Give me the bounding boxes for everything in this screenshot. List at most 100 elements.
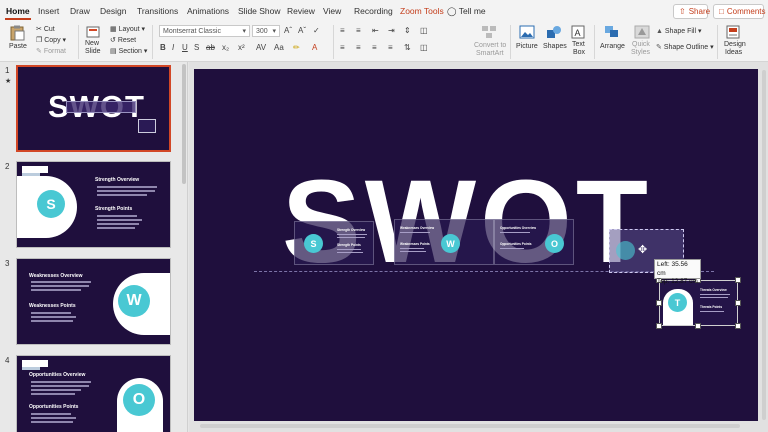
tell-me-search[interactable]: ◯ Tell me bbox=[447, 6, 486, 17]
clear-format-icon[interactable]: ✓ bbox=[313, 26, 320, 35]
layout-icon: ▦ bbox=[110, 26, 117, 33]
resize-handle-right[interactable] bbox=[735, 300, 741, 306]
design-ideas-icon[interactable] bbox=[726, 25, 740, 39]
quick-styles-icon[interactable] bbox=[634, 25, 650, 39]
resize-handle-left[interactable] bbox=[656, 300, 662, 306]
align-right-icon[interactable]: ≡ bbox=[372, 43, 377, 52]
design-ideas-label-2[interactable]: Ideas bbox=[725, 49, 742, 56]
slide-thumbnail-3[interactable]: Weaknesses Overview Weaknesses Points W bbox=[16, 258, 171, 345]
card-letter-circle: W bbox=[441, 234, 460, 253]
reset-button[interactable]: ↺ Reset bbox=[110, 36, 136, 44]
line-spacing-icon[interactable]: ⇕ bbox=[404, 26, 411, 35]
vertical-scrollbar[interactable] bbox=[762, 70, 766, 420]
layout-button[interactable]: ▦ Layout ▾ bbox=[110, 25, 145, 33]
shape-outline-button[interactable]: ✎ Shape Outline ▾ bbox=[656, 43, 714, 51]
resize-handle-bottom-left[interactable] bbox=[656, 323, 662, 329]
arrange-icon[interactable] bbox=[604, 25, 620, 39]
format-painter-button[interactable]: ✎ Format bbox=[36, 47, 66, 55]
section-icon: ▤ bbox=[110, 48, 117, 55]
thumb-text-line bbox=[31, 316, 76, 318]
smartart-icon[interactable] bbox=[481, 25, 497, 39]
grow-font-icon[interactable]: Aˆ bbox=[284, 26, 292, 35]
new-slide-icon[interactable] bbox=[86, 25, 100, 39]
tab-design[interactable]: Design bbox=[100, 6, 126, 16]
resize-handle-top-right[interactable] bbox=[735, 277, 741, 283]
numbering-icon[interactable]: ≡ bbox=[356, 26, 361, 35]
strikethrough-icon[interactable]: ab bbox=[206, 43, 215, 52]
paste-button[interactable]: Paste bbox=[9, 43, 27, 50]
textbox-label-2[interactable]: Box bbox=[573, 49, 585, 56]
copy-button[interactable]: ❐ Copy ▾ bbox=[36, 36, 66, 44]
shadow-icon[interactable]: S bbox=[194, 43, 199, 52]
thumbnail-scrollbar[interactable] bbox=[182, 64, 186, 184]
picture-icon[interactable] bbox=[519, 25, 535, 39]
tab-slide-show[interactable]: Slide Show bbox=[238, 6, 281, 16]
tab-recording[interactable]: Recording bbox=[354, 6, 393, 16]
highlight-icon[interactable]: ✏ bbox=[293, 43, 300, 52]
arrange-button[interactable]: Arrange bbox=[600, 43, 625, 50]
italic-icon[interactable]: I bbox=[172, 43, 174, 52]
quick-styles-label-2[interactable]: Styles bbox=[631, 49, 650, 56]
convert-smartart-label-1[interactable]: Convert to bbox=[474, 42, 506, 49]
tab-review[interactable]: Review bbox=[287, 6, 315, 16]
resize-handle-bottom[interactable] bbox=[695, 323, 701, 329]
slide-thumbnail-2[interactable]: S Strength Overview Strength Points bbox=[16, 161, 171, 248]
cut-button[interactable]: ✂ Cut bbox=[36, 25, 55, 33]
align-text-icon[interactable]: ◫ bbox=[420, 43, 428, 52]
superscript-icon[interactable]: x² bbox=[238, 43, 245, 52]
shapes-icon[interactable] bbox=[546, 25, 562, 39]
underline-icon[interactable]: U bbox=[182, 43, 188, 52]
quick-styles-label-1[interactable]: Quick bbox=[632, 41, 650, 48]
share-button[interactable]: ⇧ Share bbox=[673, 4, 710, 19]
swot-card-t[interactable]: T Threats Overview Threats Points bbox=[659, 280, 738, 326]
columns-icon[interactable]: ◫ bbox=[420, 26, 428, 35]
picture-button[interactable]: Picture bbox=[516, 43, 538, 50]
design-ideas-label-1[interactable]: Design bbox=[724, 41, 746, 48]
tab-home[interactable]: Home bbox=[5, 6, 31, 20]
bullets-icon[interactable]: ≡ bbox=[340, 26, 345, 35]
shape-fill-button[interactable]: ▲ Shape Fill ▾ bbox=[656, 27, 702, 35]
tab-animations[interactable]: Animations bbox=[187, 6, 229, 16]
align-left-icon[interactable]: ≡ bbox=[340, 43, 345, 52]
section-button[interactable]: ▤ Section ▾ bbox=[110, 47, 147, 55]
tab-view[interactable]: View bbox=[323, 6, 341, 16]
increase-indent-icon[interactable]: ⇥ bbox=[388, 26, 395, 35]
align-center-icon[interactable]: ≡ bbox=[356, 43, 361, 52]
decrease-indent-icon[interactable]: ⇤ bbox=[372, 26, 379, 35]
swot-card-w[interactable]: W Weaknesses Overview Weaknesses Points bbox=[394, 219, 494, 265]
slide-thumbnail-1[interactable]: SWOT bbox=[16, 65, 171, 152]
tab-draw[interactable]: Draw bbox=[70, 6, 90, 16]
bold-icon[interactable]: B bbox=[160, 43, 166, 52]
slide-thumbnail-4[interactable]: Opportunities Overview Opportunities Poi… bbox=[16, 355, 171, 432]
font-name-select[interactable]: Montserrat Classic ▾ bbox=[159, 25, 250, 37]
textbox-icon[interactable]: A bbox=[571, 25, 585, 39]
change-case-icon[interactable]: Aa bbox=[274, 43, 284, 52]
new-slide-label-1[interactable]: New bbox=[85, 40, 99, 47]
char-spacing-icon[interactable]: AV bbox=[256, 43, 266, 52]
horizontal-scrollbar[interactable] bbox=[200, 424, 740, 428]
slide-thumbnail-panel[interactable]: 1 ★ SWOT 2 S Strength Overview Strength … bbox=[0, 62, 188, 432]
thumb-sublabel bbox=[22, 367, 40, 370]
convert-smartart-label-2[interactable]: SmartArt bbox=[476, 50, 504, 57]
comments-button[interactable]: □ Comments bbox=[713, 4, 766, 19]
shrink-font-icon[interactable]: Aˇ bbox=[298, 26, 306, 35]
thumb-letter-circle: O bbox=[123, 384, 155, 416]
tab-insert[interactable]: Insert bbox=[38, 6, 59, 16]
shapes-button[interactable]: Shapes bbox=[543, 43, 567, 50]
tab-zoom-tools[interactable]: Zoom Tools bbox=[400, 6, 444, 16]
font-size-select[interactable]: 300 ▾ bbox=[252, 25, 280, 37]
thumb-text-line bbox=[31, 281, 91, 283]
swot-card-o[interactable]: O Opportunities Overview Opportunities P… bbox=[494, 219, 574, 265]
reset-icon: ↺ bbox=[110, 37, 116, 44]
slide-canvas[interactable]: S W O T S Strength Overview Strength Points… bbox=[194, 69, 758, 421]
resize-handle-bottom-right[interactable] bbox=[735, 323, 741, 329]
text-direction-icon[interactable]: ⇅ bbox=[404, 43, 411, 52]
textbox-label-1[interactable]: Text bbox=[572, 41, 585, 48]
justify-icon[interactable]: ≡ bbox=[388, 43, 393, 52]
font-color-icon[interactable]: A bbox=[312, 43, 317, 52]
subscript-icon[interactable]: x₂ bbox=[222, 43, 229, 52]
tab-transitions[interactable]: Transitions bbox=[137, 6, 178, 16]
new-slide-label-2[interactable]: Slide bbox=[85, 48, 101, 55]
paste-icon[interactable] bbox=[9, 25, 25, 41]
swot-card-s[interactable]: S Strength Overview Strength Points bbox=[294, 221, 374, 265]
